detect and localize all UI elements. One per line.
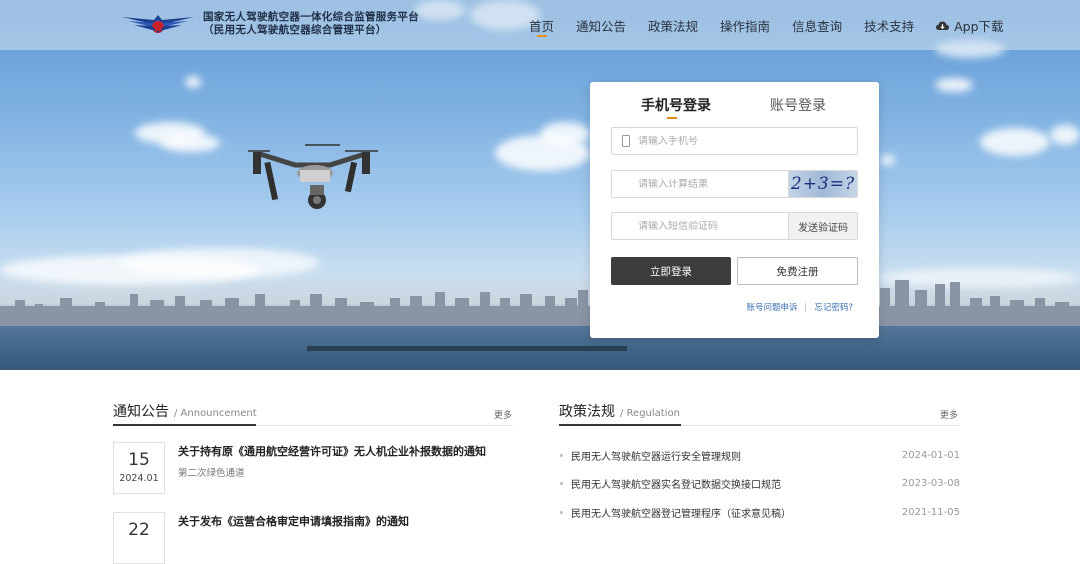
tab-phone-login[interactable]: 手机号登录	[641, 95, 711, 119]
nav-tech-support[interactable]: 技术支持	[864, 16, 914, 35]
notices-title-underline	[113, 424, 256, 426]
regulations-title-underline	[559, 424, 681, 426]
app-download-link[interactable]: App下载	[936, 16, 1004, 35]
regulation-title[interactable]: 民用无人驾驶航空器登记管理程序（征求意见稿）	[571, 505, 902, 520]
top-navigation-bar: 国家无人驾驶航空器一体化综合监管服务平台 （民用无人驾驶航空器综合管理平台） 首…	[0, 0, 1080, 50]
notice-day: 15	[128, 450, 150, 470]
regulations-header: 政策法规 / Regulation	[559, 401, 680, 421]
link-divider	[805, 302, 807, 312]
regulation-date: 2021-11-05	[901, 507, 960, 518]
regulation-title[interactable]: 民用无人驾驶航空器运行安全管理规则	[571, 448, 902, 463]
platform-title: 国家无人驾驶航空器一体化综合监管服务平台 （民用无人驾驶航空器综合管理平台）	[203, 11, 419, 36]
sms-code-input[interactable]	[638, 220, 778, 232]
bullet-dot	[560, 454, 563, 457]
cloud-download-icon	[936, 21, 950, 30]
notice-subtitle: 第二次绿色通道	[178, 468, 245, 479]
nav-info-query[interactable]: 信息查询	[792, 16, 842, 35]
regulations-more-link[interactable]: 更多	[940, 408, 958, 421]
regulations-title: 政策法规	[559, 404, 615, 420]
notices-more-link[interactable]: 更多	[494, 408, 512, 421]
nav-guide[interactable]: 操作指南	[720, 16, 770, 35]
register-button[interactable]: 免费注册	[737, 257, 858, 285]
notice-day: 22	[128, 520, 150, 540]
login-panel: 手机号登录 账号登录 2+3=? 发送验证码 立即登录 免费注册 账号问题申诉 …	[590, 82, 879, 338]
hero-banner	[0, 0, 1080, 370]
notice-date-box: 22	[113, 512, 165, 564]
notices-title: 通知公告	[113, 404, 169, 420]
calc-field[interactable]: 2+3=?	[611, 170, 858, 198]
nav-announcements[interactable]: 通知公告	[576, 16, 626, 35]
notices-subtitle: / Announcement	[174, 408, 257, 419]
platform-title-line1: 国家无人驾驶航空器一体化综合监管服务平台	[203, 11, 419, 23]
app-download-label: App下载	[954, 19, 1004, 34]
notices-header: 通知公告 / Announcement	[113, 401, 257, 421]
bullet-dot	[560, 511, 563, 514]
regulations-subtitle: / Regulation	[620, 408, 680, 419]
send-code-button[interactable]: 发送验证码	[788, 213, 857, 239]
list-item[interactable]: 民用无人驾驶航空器运行安全管理规则 2024-01-01	[560, 448, 960, 463]
phone-field[interactable]	[611, 127, 858, 155]
calc-result-input[interactable]	[638, 178, 778, 190]
nav-home[interactable]: 首页	[529, 16, 554, 37]
login-help-links: 账号问题申诉 忘记密码?	[746, 301, 853, 313]
tab-account-login[interactable]: 账号登录	[770, 95, 826, 115]
account-appeal-link[interactable]: 账号问题申诉	[746, 301, 797, 313]
platform-title-line2: （民用无人驾驶航空器综合管理平台）	[203, 23, 387, 36]
drone-image	[248, 144, 378, 209]
notice-date-box: 15 2024.01	[113, 442, 165, 494]
regulation-title[interactable]: 民用无人驾驶航空器实名登记数据交换接口规范	[571, 476, 902, 491]
main-nav: 首页 通知公告 政策法规 操作指南 信息查询 技术支持 App下载	[529, 16, 1026, 37]
notice-year-month: 2024.01	[119, 473, 159, 484]
caac-logo-icon[interactable]	[120, 11, 196, 37]
nav-regulations[interactable]: 政策法规	[648, 16, 698, 35]
forgot-password-link[interactable]: 忘记密码?	[814, 301, 853, 313]
city-skyline	[0, 280, 1080, 330]
regulation-date: 2024-01-01	[901, 450, 960, 461]
sms-field[interactable]: 发送验证码	[611, 212, 858, 240]
notice-title[interactable]: 关于持有原《通用航空经营许可证》无人机企业补报数据的通知	[178, 443, 486, 459]
regulation-date: 2023-03-08	[901, 478, 960, 489]
login-button[interactable]: 立即登录	[611, 257, 731, 285]
list-item[interactable]: 民用无人驾驶航空器实名登记数据交换接口规范 2023-03-08	[560, 476, 960, 491]
phone-icon	[622, 135, 630, 147]
bullet-dot	[560, 482, 563, 485]
captcha-image[interactable]: 2+3=?	[788, 171, 857, 197]
list-item[interactable]: 民用无人驾驶航空器登记管理程序（征求意见稿） 2021-11-05	[560, 505, 960, 520]
phone-input[interactable]	[638, 135, 778, 147]
